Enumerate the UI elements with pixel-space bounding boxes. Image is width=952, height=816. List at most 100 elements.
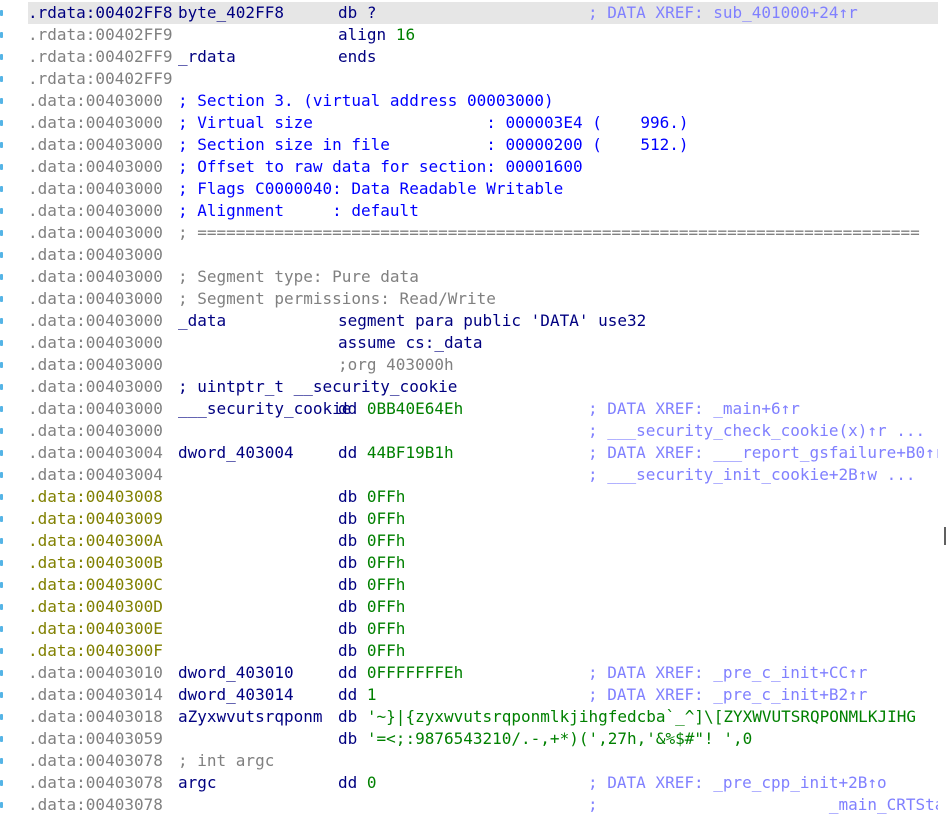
scrollbar-thumb[interactable]	[944, 527, 946, 545]
instruction: db 0FFh	[338, 509, 406, 528]
instruction: dd 0BB40E64Eh	[338, 399, 464, 418]
listing-line[interactable]: .data:00403000 ; Segment permissions: Rea…	[28, 288, 938, 310]
gutter-marker	[0, 340, 3, 346]
listing-line[interactable]: .data:00403009 db 0FFh	[28, 508, 938, 530]
gutter-marker	[0, 604, 3, 610]
instruction: db 0FFh	[338, 487, 406, 506]
listing-line[interactable]: .data:00403000 ; uintptr_t __security_coo…	[28, 376, 938, 398]
listing-line[interactable]: .rdata:00402FF8 byte_402FF8 db ? ; DATA XRE…	[28, 2, 938, 24]
line-address: .data:0040300D	[28, 597, 163, 616]
gutter-marker	[0, 736, 3, 742]
listing-line[interactable]: .data:00403000 ; ___security_check_cookie…	[28, 420, 938, 442]
listing-line[interactable]: .data:00403010 dword_403010 dd 0FFFFFFFEh;…	[28, 662, 938, 684]
line-address: .data:0040300E	[28, 619, 163, 638]
gutter-marker	[0, 208, 3, 214]
line-address: .data:00403018	[28, 707, 163, 726]
line-address: .data:00403000	[28, 311, 163, 330]
gutter-marker	[0, 692, 3, 698]
symbol-name[interactable]: _rdata	[178, 46, 236, 68]
gutter-marker	[0, 384, 3, 390]
line-comment: ; uintptr_t __security_cookie	[178, 377, 458, 396]
xref-comment[interactable]: ; DATA XREF: _pre_c_init+CC↑r	[588, 662, 867, 684]
gutter-marker	[0, 54, 3, 60]
listing-line[interactable]: .data:00403000 assume cs:_data	[28, 332, 938, 354]
instruction: db 0FFh	[338, 597, 406, 616]
gutter-marker	[0, 10, 3, 16]
listing-line[interactable]: .data:00403000 _data segment para public '…	[28, 310, 938, 332]
listing-line[interactable]: .data:00403014 dword_403014 dd 1 ; DATA XRE…	[28, 684, 938, 706]
listing-line[interactable]: .data:00403000	[28, 244, 938, 266]
gutter-marker	[0, 98, 3, 104]
listing-line[interactable]: .data:00403000 ; ========================…	[28, 222, 938, 244]
gutter-marker	[0, 428, 3, 434]
gutter-marker	[0, 648, 3, 654]
listing-line[interactable]: .data:00403000 ; Section 3. (virtual addr…	[28, 90, 938, 112]
listing-line[interactable]: .rdata:00402FF9 _rdata ends	[28, 46, 938, 68]
xref-comment[interactable]: ; DATA XREF: ___report_gsfailure+B0↑r	[588, 442, 938, 464]
xref-comment[interactable]: ; DATA XREF: _pre_cpp_init+2B↑o	[588, 772, 887, 794]
instruction: db 0FFh	[338, 553, 406, 572]
symbol-name[interactable]: dword_403004	[178, 442, 294, 464]
gutter-marker	[0, 802, 3, 808]
line-address: .data:00403000	[28, 91, 163, 110]
listing-line[interactable]: .data:00403059 db '=<;:9876543210/.-,+*)(…	[28, 728, 938, 750]
line-address: .rdata:00402FF8	[28, 3, 173, 22]
listing-line[interactable]: .rdata:00402FF9 align 16	[28, 24, 938, 46]
listing-line[interactable]: .data:00403004 ; ___security_init_cookie+…	[28, 464, 938, 486]
symbol-name[interactable]: aZyxwvutsrqponm	[178, 706, 323, 728]
listing-line[interactable]: .data:00403078 argc dd 0 ; DATA XREF: _pre_…	[28, 772, 938, 794]
listing-line[interactable]: .rdata:00402FF9	[28, 68, 938, 90]
listing-line[interactable]: .data:00403004 dword_403004 dd 44BF19B1h ; …	[28, 442, 938, 464]
line-address: .data:00403000	[28, 223, 163, 242]
symbol-name[interactable]: argc	[178, 772, 217, 794]
line-address: .data:00403000	[28, 113, 163, 132]
listing-line[interactable]: .data:00403000⌄___security_cookiedd 0BB4…	[28, 398, 938, 420]
listing-line[interactable]: .data:00403000 ; Alignment : default	[28, 200, 938, 222]
listing-line[interactable]: .data:00403000 ; Segment type: Pure data	[28, 266, 938, 288]
listing-line[interactable]: .data:00403078 ; _main_CRTStartup+104↑r	[28, 794, 938, 816]
listing-line[interactable]: .data:00403000 ; Offset to raw data for s…	[28, 156, 938, 178]
listing-line[interactable]: .data:0040300B db 0FFh	[28, 552, 938, 574]
line-address: .data:00403000	[28, 421, 163, 440]
gutter-marker	[0, 538, 3, 544]
instruction: db ?	[338, 3, 377, 22]
listing-line[interactable]: .data:0040300E db 0FFh	[28, 618, 938, 640]
instruction: db '=<;:9876543210/.-,+*)(',27h,'&%$#"! …	[338, 729, 753, 748]
gutter-marker	[0, 252, 3, 258]
listing-line[interactable]: .data:00403000 ; Section size in file : 0…	[28, 134, 938, 156]
gutter-marker	[0, 362, 3, 368]
line-address: .data:0040300A	[28, 531, 163, 550]
instruction: dd 0	[338, 773, 377, 792]
line-address: .data:00403014	[28, 685, 163, 704]
line-address: .data:00403059	[28, 729, 163, 748]
listing-line[interactable]: .data:0040300A db 0FFh	[28, 530, 938, 552]
xref-comment[interactable]: ; ___security_check_cookie(x)↑r ...	[588, 420, 925, 442]
listing-line[interactable]: .data:0040300F db 0FFh	[28, 640, 938, 662]
line-address: .data:00403000	[28, 245, 163, 264]
listing-line[interactable]: .data:0040300D db 0FFh	[28, 596, 938, 618]
listing-line[interactable]: .data:00403000 ; Flags C0000040: Data Rea…	[28, 178, 938, 200]
symbol-name[interactable]: ___security_cookie	[178, 398, 351, 420]
symbol-name[interactable]: dword_403010	[178, 662, 294, 684]
xref-comment[interactable]: ; ___security_init_cookie+2B↑w ...	[588, 464, 916, 486]
line-comment: ; Section size in file : 00000200 ( 512.…	[178, 135, 689, 154]
xref-comment[interactable]: ; DATA XREF: sub_401000+24↑r	[588, 2, 858, 24]
listing-line[interactable]: .data:00403008 db 0FFh	[28, 486, 938, 508]
disassembly-listing[interactable]: .rdata:00402FF8 byte_402FF8 db ? ; DATA XRE…	[28, 2, 938, 816]
listing-line[interactable]: .data:00403000 ;org 403000h	[28, 354, 938, 376]
listing-line[interactable]: .data:00403018 aZyxwvutsrqponm db '~}|{zyx…	[28, 706, 938, 728]
symbol-name[interactable]: dword_403014	[178, 684, 294, 706]
line-address: .data:00403078	[28, 773, 163, 792]
symbol-name[interactable]: _data	[178, 310, 226, 332]
listing-line[interactable]: .data:00403078 ; int argc	[28, 750, 938, 772]
xref-comment[interactable]: ; DATA XREF: _pre_c_init+B2↑r	[588, 684, 867, 706]
listing-line[interactable]: .data:0040300C db 0FFh	[28, 574, 938, 596]
listing-line[interactable]: .data:00403000 ; Virtual size : 000003E4 …	[28, 112, 938, 134]
xref-comment[interactable]: ; DATA XREF: _main+6↑r	[588, 398, 800, 420]
xref-comment[interactable]: ; _main_CRTStartup+104↑r	[588, 794, 938, 816]
line-address: .data:00403000	[28, 399, 163, 418]
symbol-name[interactable]: byte_402FF8	[178, 2, 284, 24]
line-address: .data:0040300B	[28, 553, 163, 572]
gutter-marker	[0, 494, 3, 500]
gutter-marker	[0, 582, 3, 588]
